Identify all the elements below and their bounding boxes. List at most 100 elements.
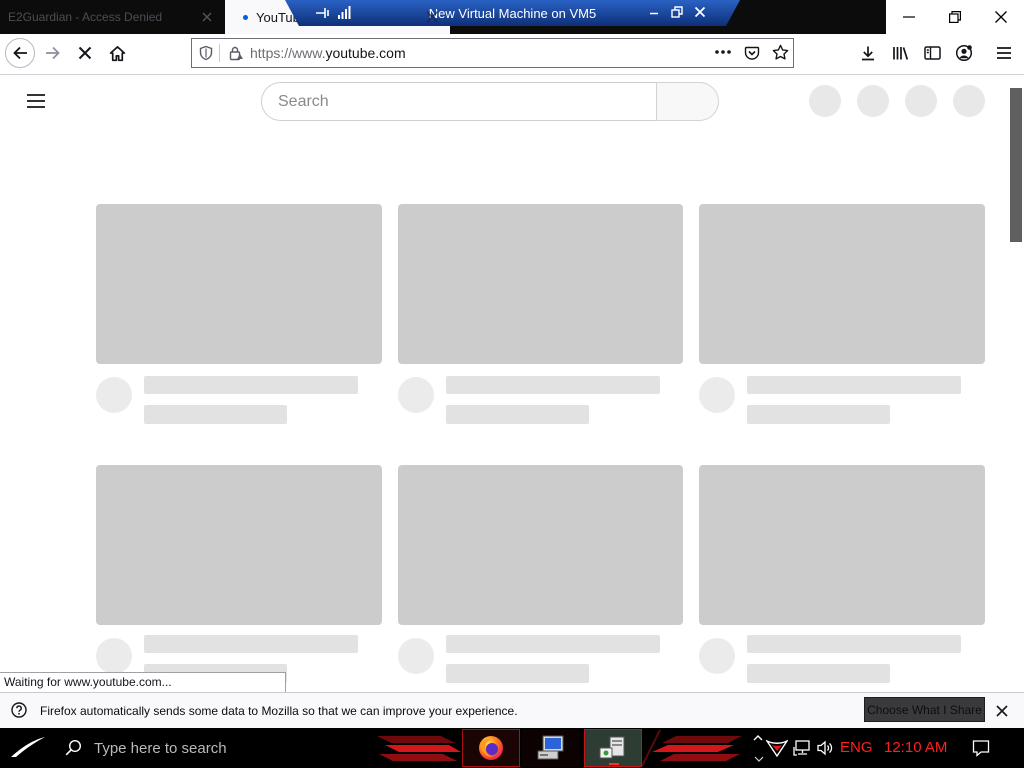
- choose-what-i-share-button[interactable]: Choose What I Share: [864, 697, 985, 722]
- metadata-placeholder: [446, 664, 589, 683]
- input-language-indicator[interactable]: ENG: [840, 739, 873, 756]
- thumbnail-placeholder: [96, 465, 382, 625]
- thumbnail-placeholder: [96, 204, 382, 364]
- channel-avatar-placeholder: [96, 638, 132, 674]
- sidebar-icon: [923, 46, 941, 60]
- close-tab-icon[interactable]: [426, 11, 438, 23]
- channel-avatar-placeholder: [96, 377, 132, 413]
- url-domain: youtube.com: [325, 45, 406, 61]
- menu-line: [27, 94, 45, 96]
- search-input[interactable]: [261, 82, 656, 121]
- metadata-placeholder: [446, 405, 589, 424]
- metadata-placeholder: [747, 664, 890, 683]
- header-button-placeholder: [857, 85, 889, 117]
- taskbar-decoration-right: [642, 728, 750, 768]
- video-card-skeleton: [96, 204, 382, 424]
- navigation-toolbar: https://www.youtube.com: [0, 34, 1024, 75]
- avatar-placeholder: [953, 85, 985, 117]
- back-icon: [13, 46, 27, 60]
- download-icon: [862, 46, 874, 61]
- firefox-icon: [479, 736, 503, 760]
- url-prefix: https://www.: [250, 45, 326, 61]
- url-text[interactable]: https://www.youtube.com: [250, 45, 406, 61]
- title-placeholder: [446, 635, 660, 653]
- network-icon[interactable]: [793, 739, 811, 757]
- vm-console-icon: [599, 736, 625, 759]
- taskbar-app-firefox[interactable]: [462, 729, 520, 767]
- search-button[interactable]: [656, 82, 719, 121]
- lock-icon[interactable]: [228, 45, 244, 61]
- channel-avatar-placeholder: [699, 638, 735, 674]
- restore-icon[interactable]: [671, 6, 683, 18]
- library-button[interactable]: [886, 39, 914, 67]
- stop-button[interactable]: [71, 39, 99, 67]
- windows-taskbar: Type here to search ENG 12:10 AM: [0, 728, 1024, 768]
- header-button-placeholder: [905, 85, 937, 117]
- active-app-indicator: [609, 763, 619, 765]
- question-icon: [11, 702, 27, 718]
- title-placeholder: [144, 635, 358, 653]
- shield-icon[interactable]: [198, 45, 214, 61]
- volume-icon[interactable]: [816, 739, 834, 757]
- pocket-icon[interactable]: [744, 45, 760, 61]
- computer-icon: [537, 735, 564, 760]
- video-card-skeleton: [398, 465, 683, 685]
- metadata-placeholder: [144, 405, 287, 424]
- tab-e2guardian[interactable]: E2Guardian - Access Denied: [0, 0, 225, 34]
- account-button[interactable]: [950, 39, 978, 67]
- title-placeholder: [144, 376, 358, 394]
- start-button-icon[interactable]: [10, 736, 46, 758]
- video-card-skeleton: [398, 204, 683, 424]
- taskbar-decoration-left: [375, 728, 461, 768]
- menu-line: [27, 106, 45, 108]
- video-card-skeleton: [699, 465, 985, 685]
- close-tab-icon[interactable]: [200, 10, 214, 24]
- forward-button[interactable]: [39, 39, 67, 67]
- title-placeholder: [747, 635, 961, 653]
- taskbar-app-computer[interactable]: [522, 729, 580, 767]
- data-reporting-notification: Firefox automatically sends some data to…: [0, 692, 1024, 728]
- minimize-icon[interactable]: [648, 7, 660, 19]
- library-icon: [892, 47, 908, 60]
- loading-indicator-icon: [243, 15, 248, 20]
- address-bar[interactable]: https://www.youtube.com: [191, 38, 794, 68]
- menu-line: [27, 100, 45, 102]
- account-icon: [955, 44, 973, 62]
- taskbar-app-vm-console[interactable]: [584, 729, 642, 767]
- close-icon[interactable]: [694, 6, 706, 18]
- video-card-skeleton: [96, 465, 382, 685]
- thumbnail-placeholder: [699, 204, 985, 364]
- bookmark-star-icon[interactable]: [772, 44, 789, 61]
- thumbnail-placeholder: [398, 204, 683, 364]
- close-notification-icon[interactable]: [996, 705, 1008, 717]
- notification-message: Firefox automatically sends some data to…: [40, 704, 518, 718]
- channel-avatar-placeholder: [699, 377, 735, 413]
- app-menu-button[interactable]: [990, 39, 1018, 67]
- rog-security-icon[interactable]: [766, 738, 788, 758]
- restore-window-icon[interactable]: [949, 11, 961, 23]
- scrollbar-thumb[interactable]: [1010, 88, 1022, 242]
- search-icon[interactable]: [65, 739, 82, 756]
- video-card-skeleton: [699, 204, 985, 424]
- taskbar-search-box[interactable]: Type here to search: [94, 740, 227, 757]
- sidebar-button[interactable]: [918, 39, 946, 67]
- action-center-icon[interactable]: [972, 739, 990, 757]
- header-button-placeholder: [809, 85, 841, 117]
- thumbnail-placeholder: [699, 465, 985, 625]
- channel-avatar-placeholder: [398, 377, 434, 413]
- taskbar-clock[interactable]: 12:10 AM: [884, 739, 947, 756]
- close-window-icon[interactable]: [995, 11, 1007, 23]
- home-button[interactable]: [103, 39, 131, 67]
- back-button[interactable]: [5, 38, 35, 68]
- home-icon: [109, 45, 125, 61]
- title-placeholder: [747, 376, 961, 394]
- page-actions-icon[interactable]: [714, 49, 732, 55]
- channel-avatar-placeholder: [398, 638, 434, 674]
- title-placeholder: [446, 376, 660, 394]
- downloads-button[interactable]: [854, 39, 882, 67]
- minimize-window-icon[interactable]: [903, 11, 915, 23]
- vm-connection-bar: New Virtual Machine on VM5: [285, 0, 740, 26]
- guide-menu-icon[interactable]: [27, 94, 45, 108]
- metadata-placeholder: [747, 405, 890, 424]
- show-hidden-icons-icon[interactable]: [752, 733, 764, 763]
